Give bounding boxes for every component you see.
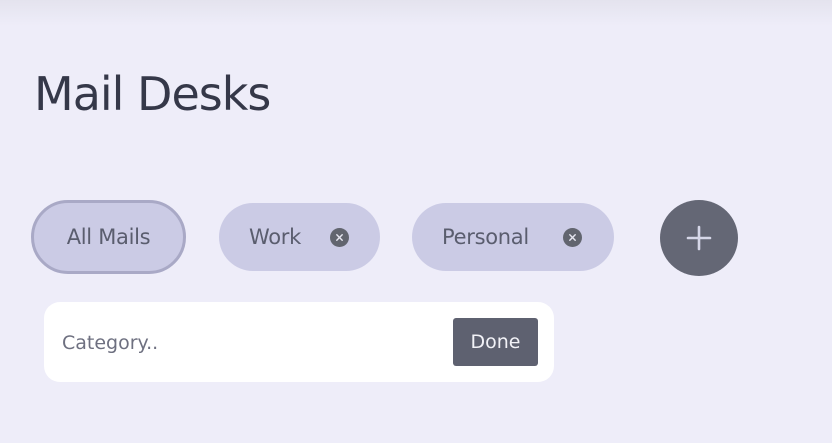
close-icon[interactable] xyxy=(330,228,349,247)
category-input[interactable] xyxy=(62,326,442,360)
category-chip-all-mails[interactable]: All Mails xyxy=(31,200,186,274)
category-chip-label: Personal xyxy=(442,225,529,249)
category-chip-label: Work xyxy=(249,225,301,249)
top-shadow xyxy=(0,0,832,26)
done-button[interactable]: Done xyxy=(453,318,538,366)
page-title: Mail Desks xyxy=(34,67,271,121)
plus-icon xyxy=(686,225,712,251)
category-form: Done xyxy=(44,302,554,382)
category-chip-label: All Mails xyxy=(66,225,151,249)
close-icon[interactable] xyxy=(563,228,582,247)
category-chip-work[interactable]: Work xyxy=(219,203,380,271)
add-category-button[interactable] xyxy=(660,200,738,276)
category-chip-personal[interactable]: Personal xyxy=(412,203,614,271)
